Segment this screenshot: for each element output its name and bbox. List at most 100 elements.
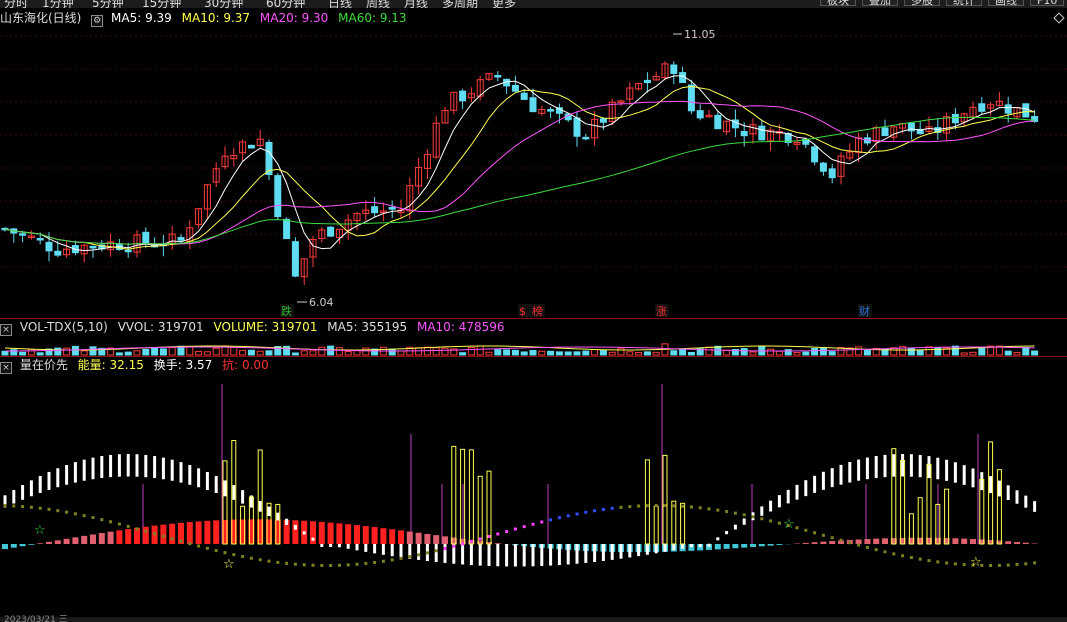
volume-bar (635, 352, 643, 356)
dotted-line-point (813, 531, 817, 535)
settings-icon[interactable]: ⚙ (91, 15, 104, 27)
energy-bar (107, 531, 114, 544)
period-tab-10[interactable]: 更多 (492, 0, 516, 8)
energy-bar (776, 544, 783, 545)
toolbar-button-5[interactable]: F10 (1030, 0, 1065, 7)
trend-bar (883, 454, 887, 478)
volume-bar (309, 350, 317, 356)
toolbar-button-4[interactable]: 画线 (988, 0, 1024, 7)
trend-bar (478, 544, 482, 566)
period-tab-8[interactable]: 月线 (404, 0, 428, 8)
volume-bar (608, 351, 616, 356)
period-tab-0[interactable]: 分时 (4, 0, 28, 8)
trend-bar (654, 544, 658, 554)
trend-bar (29, 480, 33, 497)
trend-bar (285, 518, 289, 526)
volume-bar (459, 352, 467, 356)
energy-bar (81, 535, 88, 544)
volume-bar (555, 351, 563, 356)
toolbar-button-2[interactable]: 多股 (904, 0, 940, 7)
trend-bar (619, 544, 623, 559)
volume-bar (855, 346, 863, 356)
energy-bar (1022, 542, 1029, 544)
volume-bar (467, 346, 475, 356)
dotted-line-point (311, 563, 315, 567)
volume-bar (256, 350, 264, 356)
period-tab-5[interactable]: 60分钟 (266, 0, 305, 8)
candlestick-chart[interactable]: 11.05 6.04 跌 $ 榜 涨 财 (0, 28, 1067, 318)
trend-bar (540, 544, 544, 566)
trend-bar (804, 480, 808, 497)
dotted-line-point (513, 527, 517, 531)
trend-bar (47, 471, 51, 490)
period-tab-9[interactable]: 多周期 (442, 0, 478, 8)
trend-bar (1024, 495, 1028, 508)
volume-bar (291, 352, 299, 356)
dotted-line-point (38, 506, 42, 510)
candle (643, 79, 651, 84)
trend-bar (311, 537, 315, 541)
volume-bar (811, 348, 819, 356)
dotted-line-point (223, 551, 227, 555)
low-label: 6.04 (309, 296, 334, 309)
trend-bar (56, 468, 60, 488)
dotted-line-point (258, 558, 262, 562)
vol-indicator-name[interactable]: VOL-TDX(5,10) (20, 320, 108, 334)
dotted-line-point (1024, 562, 1028, 566)
period-tab-4[interactable]: 30分钟 (204, 0, 243, 8)
energy-bar (714, 544, 721, 550)
stock-name[interactable]: 山东海化(日线) (0, 11, 81, 25)
volume-bar (353, 350, 361, 356)
period-tab-7[interactable]: 周线 (366, 0, 390, 8)
energy-bar (750, 544, 756, 547)
energy-bar (186, 522, 193, 544)
energy-bar (116, 530, 123, 544)
toolbar-button-0[interactable]: 板块 (820, 0, 856, 7)
period-tab-2[interactable]: 5分钟 (92, 0, 124, 8)
trend-bar (320, 544, 324, 547)
dotted-line-point (672, 504, 676, 508)
period-tab-3[interactable]: 15分钟 (142, 0, 181, 8)
trend-bar (188, 465, 192, 485)
resist-value: 抗: 0.00 (222, 358, 269, 372)
candle (327, 226, 335, 237)
toolbar-button-3[interactable]: 统计 (946, 0, 982, 7)
candle (124, 249, 132, 253)
volume-chart[interactable] (0, 336, 1067, 356)
trend-bar (469, 544, 473, 566)
period-tab-1[interactable]: 1分钟 (42, 0, 74, 8)
dotted-line-point (320, 563, 324, 567)
volume-bar (564, 351, 572, 356)
trend-bar (830, 468, 834, 488)
toolbar-button-1[interactable]: 叠加 (862, 0, 898, 7)
dotted-line-point (575, 512, 579, 516)
event-badge: 财 (859, 304, 870, 318)
dotted-line-point (188, 542, 192, 546)
trend-bar (760, 506, 764, 516)
candle (696, 110, 704, 119)
candle (740, 130, 748, 137)
energy-bar (345, 524, 352, 544)
close-box-icon[interactable]: × (0, 324, 12, 336)
vol-ma10-value: MA10: 478596 (416, 320, 505, 334)
energy-bar (336, 523, 343, 544)
volume-bar (978, 348, 986, 356)
dotted-line-point (1033, 561, 1037, 565)
trend-bar (909, 454, 913, 477)
trend-bar (813, 475, 817, 493)
trend-bar (417, 544, 421, 560)
volume-bar (925, 346, 933, 356)
candle (511, 84, 519, 92)
trend-bar (584, 544, 588, 563)
volume-bar (142, 348, 150, 356)
trend-bar (1015, 490, 1019, 504)
trend-bar (522, 544, 526, 567)
indicator-chart[interactable]: ☆ ☆ ☆ ☆ (0, 372, 1067, 617)
period-tab-6[interactable]: 日线 (328, 0, 352, 8)
candle (291, 241, 299, 277)
candle (670, 64, 678, 74)
indicator-name[interactable]: 量在价先 (20, 358, 68, 372)
trend-bar (91, 457, 95, 480)
expand-diamond-icon[interactable] (1053, 12, 1065, 24)
energy-bar (46, 541, 52, 544)
